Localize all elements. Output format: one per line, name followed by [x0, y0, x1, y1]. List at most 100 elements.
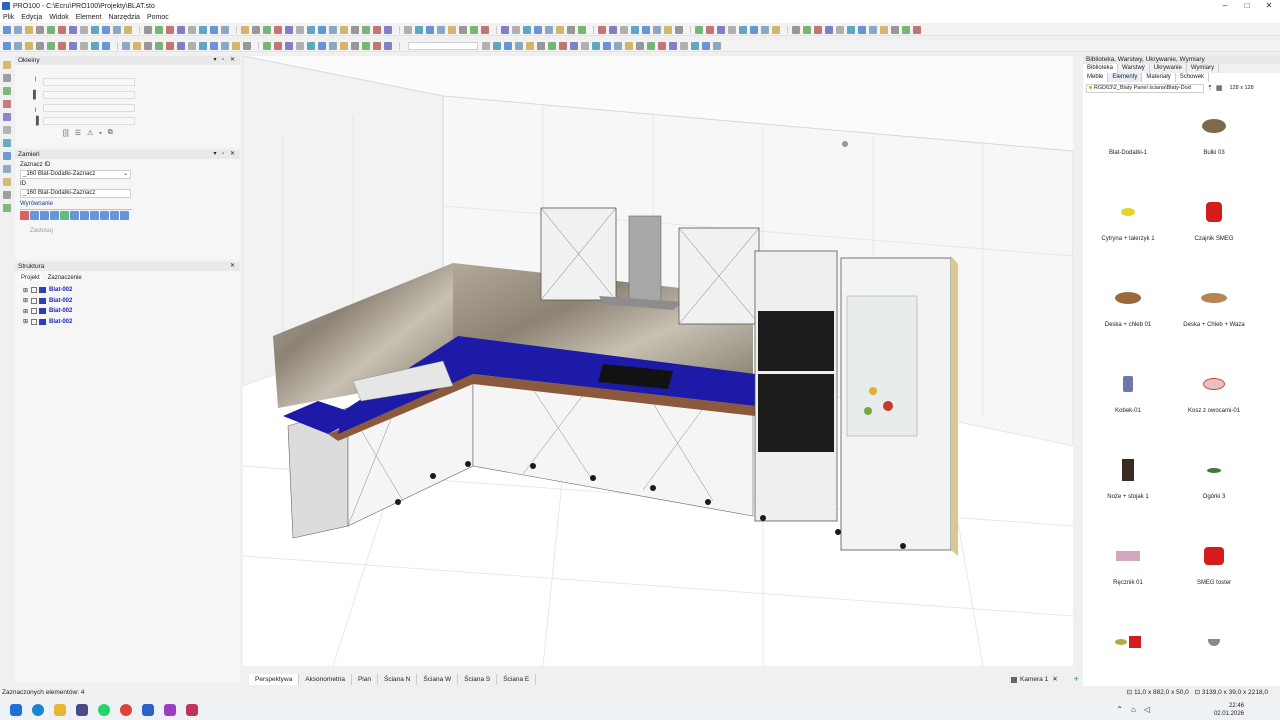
toolbar-button-icon[interactable]	[25, 41, 33, 50]
edges-all-icon[interactable]: [|]	[63, 130, 69, 137]
toolbar-button-icon[interactable]	[221, 41, 229, 50]
tree-item[interactable]: ⊞ Blat-002	[23, 285, 240, 296]
toolbar-button-icon[interactable]	[210, 41, 218, 50]
tab-plan[interactable]: Plan	[352, 674, 378, 685]
toolbar-button-icon[interactable]	[691, 41, 699, 50]
toolbar-button-icon[interactable]	[581, 41, 589, 50]
range-hood[interactable]	[628, 215, 662, 302]
tab-biblioteka[interactable]: Biblioteka	[1083, 64, 1119, 73]
network-icon[interactable]: ⌂	[1131, 705, 1136, 714]
toolbar-button-icon[interactable]	[3, 41, 11, 50]
tab-ukrywanie[interactable]: Ukrywanie	[1150, 64, 1187, 73]
menu-edycja[interactable]: Edycja	[21, 14, 42, 21]
toolbar-button-icon[interactable]	[384, 41, 392, 50]
toolbar-button-icon[interactable]	[124, 25, 132, 34]
toolbar-button-icon[interactable]	[426, 25, 434, 34]
tool-icon[interactable]	[3, 100, 11, 108]
lock-icon[interactable]	[31, 297, 37, 304]
toolbar-button-icon[interactable]	[3, 25, 11, 34]
toolbar-button-icon[interactable]	[548, 41, 556, 50]
expand-icon[interactable]: ⊞	[23, 318, 31, 325]
toolbar-button-icon[interactable]	[14, 41, 22, 50]
toolbar-button-icon[interactable]	[609, 25, 617, 34]
toolbar-button-icon[interactable]	[307, 25, 315, 34]
tool-icon[interactable]	[3, 165, 11, 173]
toolbar-button-icon[interactable]	[523, 25, 531, 34]
tab-sciana-n[interactable]: Ściana N	[378, 674, 418, 685]
tool-icon[interactable]	[3, 204, 11, 212]
library-item[interactable]	[1171, 628, 1257, 666]
toolbar-button-icon[interactable]	[501, 25, 509, 34]
whatsapp-icon[interactable]	[98, 704, 110, 716]
toolbar-button-icon[interactable]	[695, 25, 703, 34]
edges-copy-icon[interactable]: ⧉	[108, 129, 113, 137]
camera-tab[interactable]: Kamera 1 ✕ +	[1011, 674, 1079, 685]
toolbar-button-icon[interactable]	[122, 41, 130, 50]
toolbar-button-icon[interactable]	[545, 25, 553, 34]
toolbar-button-icon[interactable]	[102, 25, 110, 34]
menu-pomoc[interactable]: Pomoc	[147, 14, 169, 21]
library-item[interactable]	[1085, 628, 1171, 666]
toolbar-button-icon[interactable]	[166, 25, 174, 34]
app-icon[interactable]	[164, 704, 176, 716]
apply-button[interactable]: Zastosuj	[30, 228, 240, 234]
tree-item[interactable]: ⊞ Blat-002	[23, 306, 240, 317]
toolbar-button-icon[interactable]	[133, 41, 141, 50]
panel-controls-icon[interactable]: ▾ ▫ ✕	[214, 150, 238, 157]
tool-icon[interactable]	[3, 152, 11, 160]
tool-icon[interactable]	[3, 87, 11, 95]
toolbar-button-icon[interactable]	[210, 25, 218, 34]
toolbar-button-icon[interactable]	[620, 25, 628, 34]
toolbar-button-icon[interactable]	[559, 41, 567, 50]
edges-warning-icon[interactable]: ⚠	[87, 129, 93, 137]
id-input[interactable]: _160 Blat-Dodatki-Zaznacz	[20, 189, 131, 198]
tab-aksonometria[interactable]: Aksonometria	[299, 674, 352, 685]
file-explorer-icon[interactable]	[54, 704, 66, 716]
align-button-icon[interactable]	[50, 210, 59, 220]
toolbar-button-icon[interactable]	[384, 25, 392, 34]
clock[interactable]: 22:46 02.01.2026	[1214, 702, 1244, 718]
tab-zaznaczenie[interactable]: Zaznaczenie	[48, 275, 82, 281]
panel-controls-icon[interactable]: ▾ ▫ ✕	[214, 56, 238, 63]
toolbar-button-icon[interactable]	[570, 41, 578, 50]
toolbar-button-icon[interactable]	[880, 25, 888, 34]
toolbar-button-icon[interactable]	[166, 41, 174, 50]
toolbar-button-icon[interactable]	[155, 41, 163, 50]
toolbar-button-icon[interactable]	[144, 41, 152, 50]
menu-element[interactable]: Element	[76, 14, 102, 21]
toolbar-button-icon[interactable]	[647, 41, 655, 50]
toolbar-button-icon[interactable]	[470, 25, 478, 34]
toolbar-button-icon[interactable]	[750, 25, 758, 34]
toolbar-button-icon[interactable]	[592, 41, 600, 50]
toolbar-combo[interactable]	[408, 41, 478, 50]
toolbar-button-icon[interactable]	[69, 25, 77, 34]
subtab-elementy[interactable]: Elementy	[1108, 73, 1143, 82]
tool-icon[interactable]	[3, 61, 11, 69]
toolbar-button-icon[interactable]	[675, 25, 683, 34]
add-camera-button[interactable]: +	[1074, 674, 1079, 685]
toolbar-button-icon[interactable]	[669, 41, 677, 50]
toolbar-button-icon[interactable]	[567, 25, 575, 34]
lock-icon[interactable]	[31, 318, 37, 325]
toolbar-button-icon[interactable]	[847, 25, 855, 34]
kitchen-3d-render[interactable]	[243, 56, 1073, 666]
tab-perspektywa[interactable]: Perspektywa	[249, 674, 300, 685]
toolbar-button-icon[interactable]	[512, 25, 520, 34]
tool-icon[interactable]	[3, 126, 11, 134]
toolbar-button-icon[interactable]	[14, 25, 22, 34]
align-button-icon[interactable]	[90, 210, 99, 220]
toolbar-button-icon[interactable]	[91, 41, 99, 50]
toolbar-button-icon[interactable]	[717, 25, 725, 34]
tool-icon[interactable]	[3, 113, 11, 121]
toolbar-button-icon[interactable]	[739, 25, 747, 34]
align-button-icon[interactable]	[120, 210, 129, 220]
expand-icon[interactable]: ⊞	[23, 297, 31, 304]
toolbar-button-icon[interactable]	[803, 25, 811, 34]
toolbar-button-icon[interactable]	[243, 41, 251, 50]
toolbar-button-icon[interactable]	[526, 41, 534, 50]
toolbar-button-icon[interactable]	[362, 25, 370, 34]
subtab-schowek[interactable]: Schowek	[1176, 73, 1210, 82]
recorder-icon[interactable]	[186, 704, 198, 716]
toolbar-button-icon[interactable]	[836, 25, 844, 34]
tool-icon[interactable]	[3, 139, 11, 147]
